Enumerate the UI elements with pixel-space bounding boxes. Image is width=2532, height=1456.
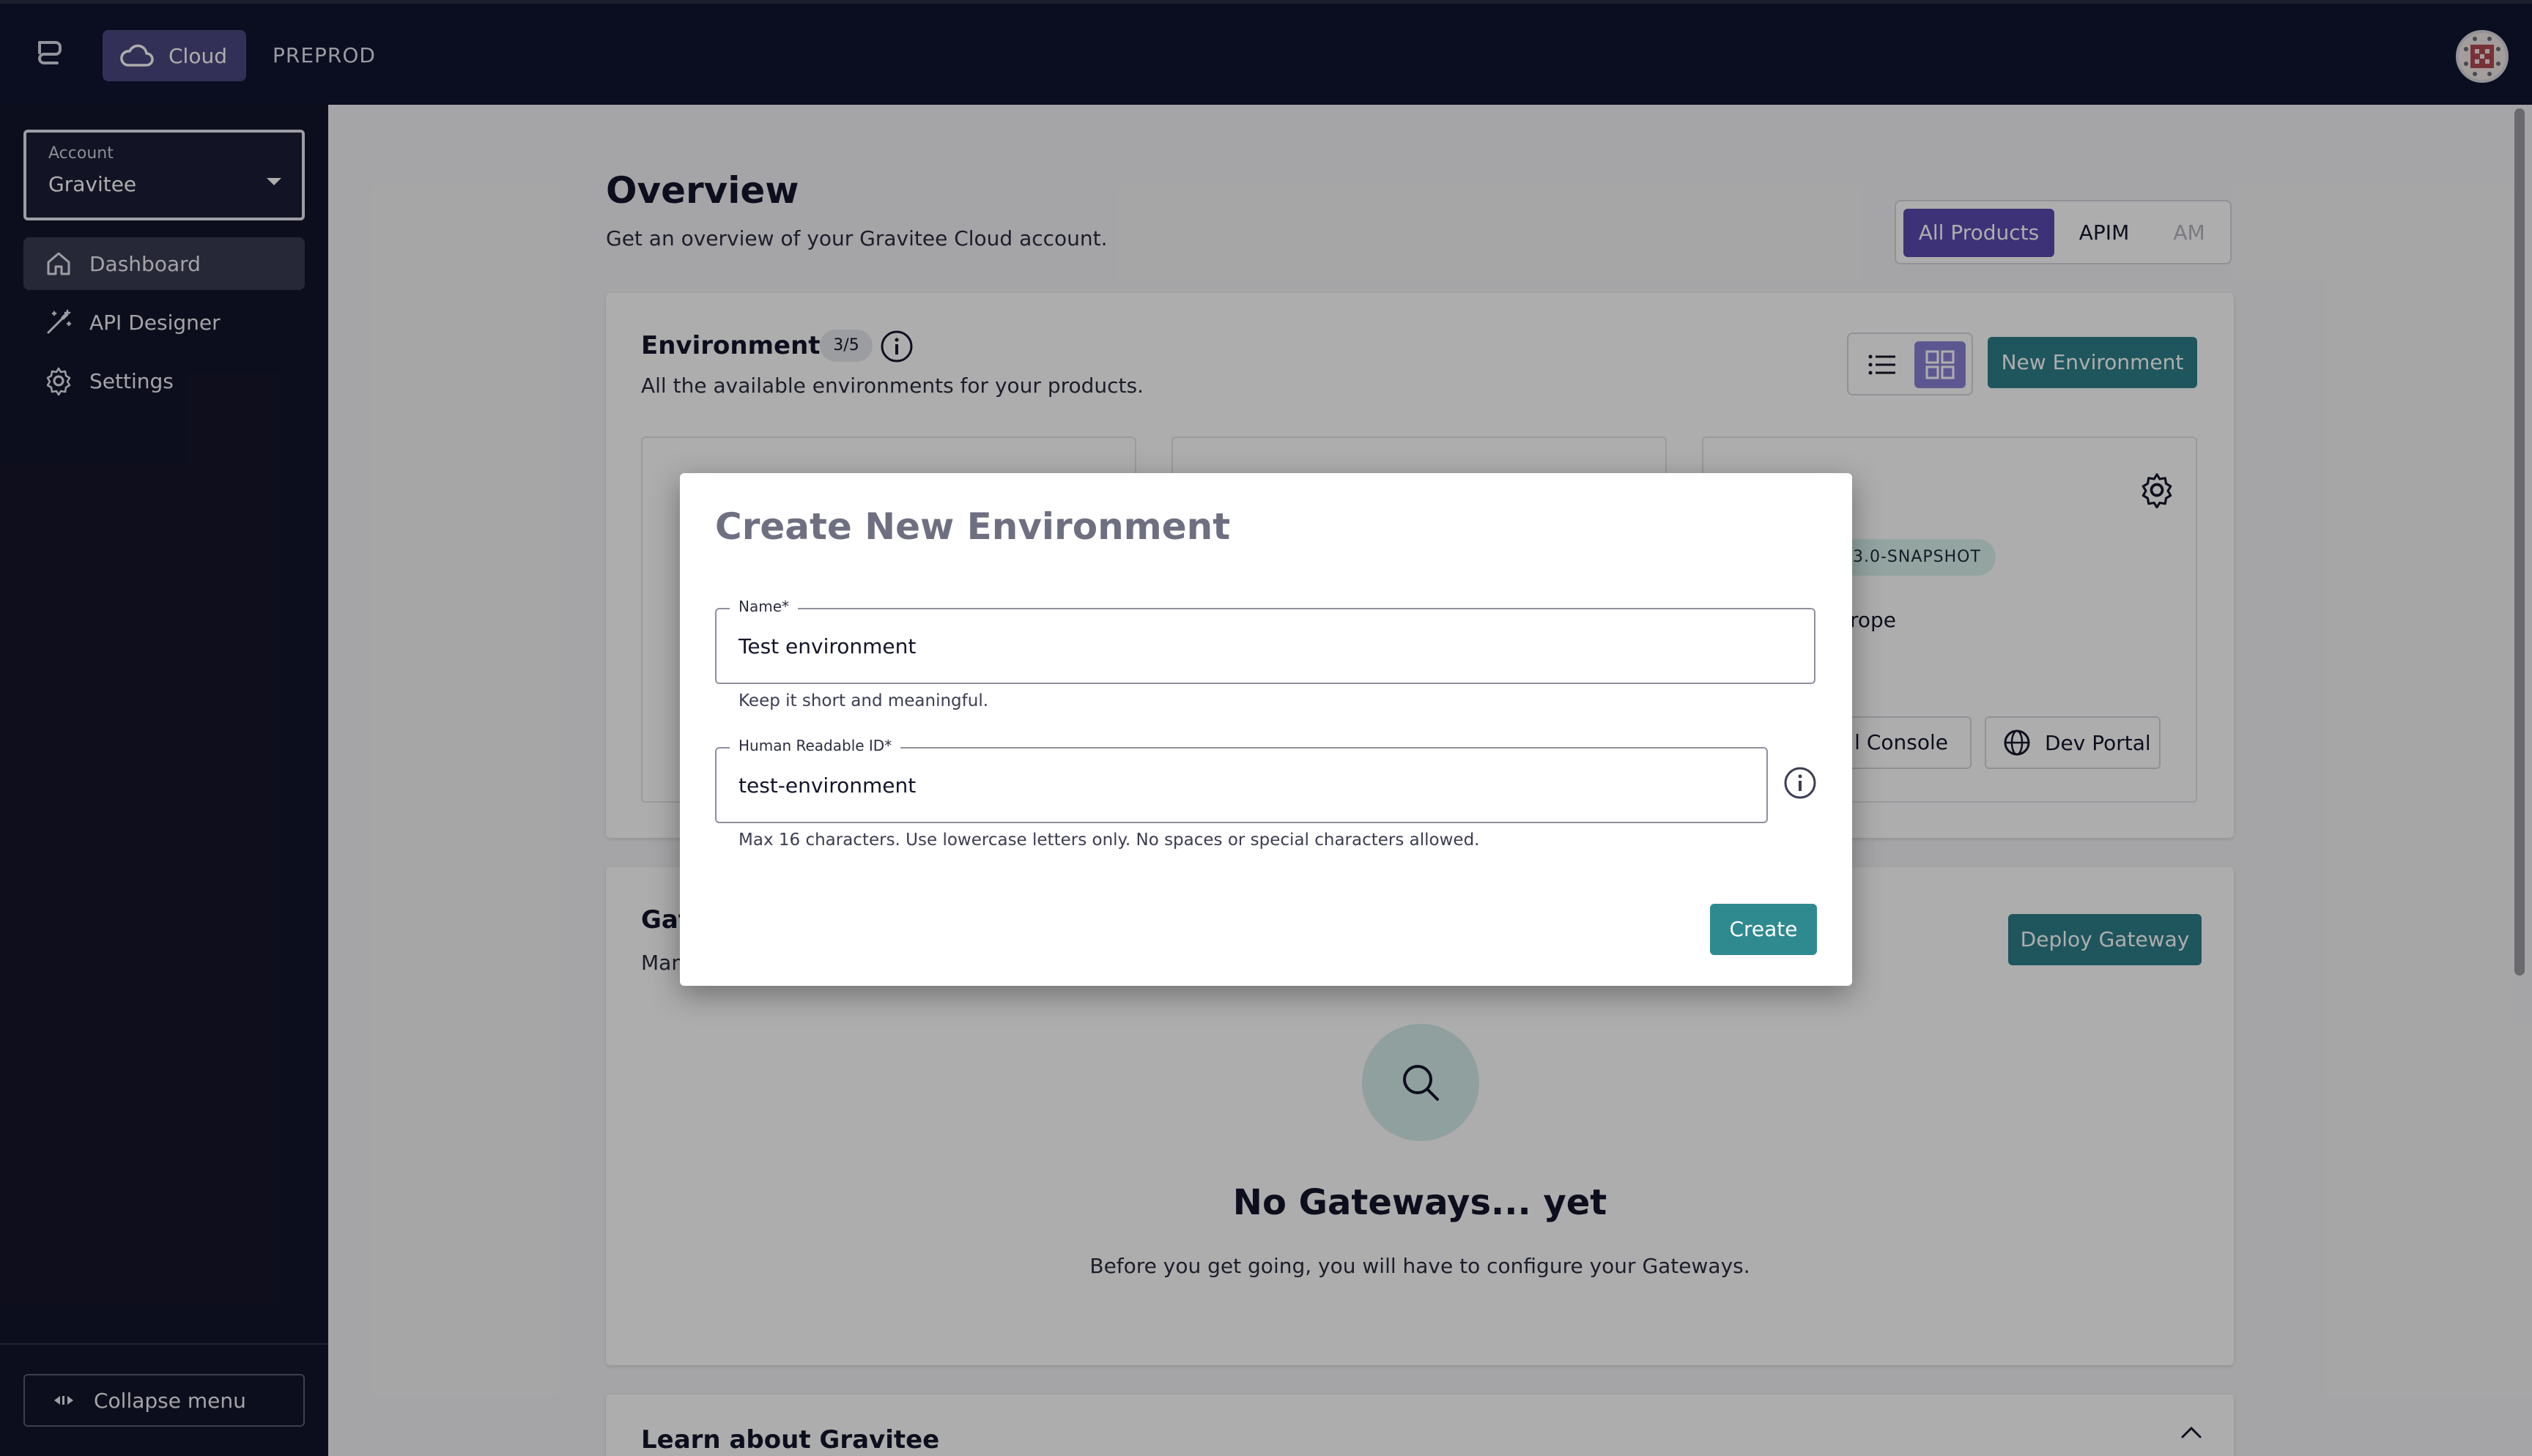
name-field-hint: Keep it short and meaningful. (738, 691, 989, 710)
name-field[interactable]: Name* Test environment (715, 598, 1815, 684)
name-input[interactable]: Test environment (738, 609, 916, 683)
human-readable-id-info-button[interactable] (1783, 766, 1817, 803)
create-button[interactable]: Create (1710, 904, 1817, 955)
dialog-title: Create New Environment (715, 505, 1231, 548)
human-readable-id-hint: Max 16 characters. Use lowercase letters… (738, 831, 1480, 850)
create-environment-dialog: Create New Environment Name* Test enviro… (680, 473, 1852, 986)
human-readable-id-field[interactable]: Human Readable ID* test-environment (715, 737, 1768, 823)
info-icon (1784, 767, 1816, 799)
human-readable-id-input[interactable]: test-environment (738, 749, 916, 822)
